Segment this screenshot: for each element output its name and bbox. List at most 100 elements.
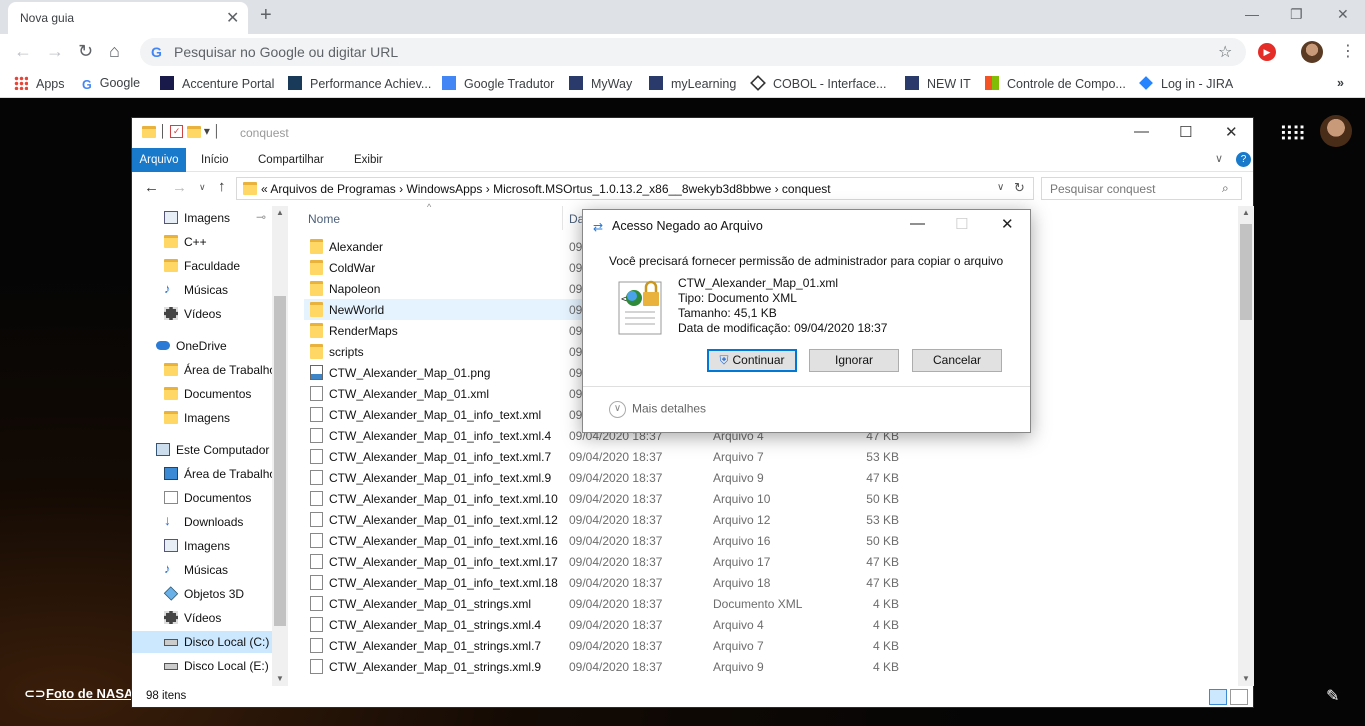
nav-item[interactable]: Imagens	[132, 407, 280, 429]
nav-item[interactable]: Documentos	[132, 487, 280, 509]
bookmark-accenture[interactable]: Accenture Portal	[160, 76, 274, 91]
close-tab-icon[interactable]: ✕	[226, 8, 239, 28]
minimize-icon[interactable]: —	[1245, 6, 1259, 22]
google-apps-icon[interactable]: ⠿⠿	[1279, 122, 1306, 147]
bookmark-newit[interactable]: NEW IT	[905, 76, 971, 91]
minimize-icon[interactable]: —	[1134, 123, 1149, 140]
folder-icon	[243, 182, 257, 195]
list-scrollbar[interactable]: ▲ ▼	[1238, 206, 1254, 686]
nav-item[interactable]: Disco Local (E:)	[132, 655, 280, 677]
breadcrumb[interactable]: « Arquivos de Programas › WindowsApps › …	[261, 182, 831, 196]
browser-tab[interactable]: Nova guia ✕	[8, 2, 248, 34]
nav-item[interactable]: C++	[132, 231, 280, 253]
tab-arquivo[interactable]: Arquivo	[132, 148, 186, 172]
column-name[interactable]: Nome	[308, 212, 340, 226]
file-type: Arquivo 10	[713, 492, 771, 506]
details-view-icon[interactable]	[1209, 689, 1227, 705]
ribbon-expand-icon[interactable]: ∨	[1215, 152, 1223, 165]
nav-item[interactable]: Imagens	[132, 535, 280, 557]
nav-scroll-thumb[interactable]	[274, 296, 286, 626]
pin-icon[interactable]: ⊸	[256, 210, 266, 224]
ignore-button[interactable]: Ignorar	[809, 349, 899, 372]
qat-dropdown-icon[interactable]: ▾	[204, 124, 210, 138]
properties-icon[interactable]: ✓	[170, 125, 184, 139]
uac-shield-icon: ⛨	[719, 353, 729, 367]
nav-item[interactable]: ♪ Músicas	[132, 559, 280, 581]
bookmark-performance[interactable]: Performance Achiev...	[288, 76, 431, 91]
address-bar[interactable]: « Arquivos de Programas › WindowsApps › …	[236, 177, 1034, 200]
bookmark-controle[interactable]: Controle de Compo...	[985, 76, 1126, 91]
nav-item[interactable]: Objetos 3D	[132, 583, 280, 605]
scroll-down-icon[interactable]: ▼	[1242, 674, 1250, 683]
file-date: 09/04/2020 18:37	[569, 660, 663, 674]
nav-item[interactable]: Área de Trabalho	[132, 463, 280, 485]
tab-title: Nova guia	[20, 11, 75, 25]
file-icon	[310, 554, 323, 569]
tab-inicio[interactable]: Início	[201, 148, 229, 172]
nav-item[interactable]: Vídeos	[132, 303, 280, 325]
close-window-icon[interactable]: ✕	[1337, 6, 1349, 23]
back-icon[interactable]: ←	[144, 179, 159, 196]
scroll-up-icon[interactable]: ▲	[1242, 208, 1250, 217]
close-icon[interactable]: ✕	[1001, 215, 1014, 233]
search-input[interactable]: Pesquisar conquest ⌕	[1041, 177, 1242, 200]
scroll-down-icon[interactable]: ▼	[276, 674, 284, 683]
omnibox[interactable]: G Pesquisar no Google ou digitar URL ☆	[140, 38, 1246, 66]
photo-credit[interactable]: ⊂⊃Foto de NASA	[24, 686, 133, 702]
bookmark-google[interactable]: G Google	[82, 76, 140, 92]
up-icon[interactable]: ↑	[218, 178, 226, 195]
help-icon[interactable]: ?	[1236, 152, 1251, 167]
nav-item[interactable]: Vídeos	[132, 607, 280, 629]
youtube-extension-icon[interactable]: ▶	[1258, 43, 1276, 61]
nav-item[interactable]: Disco Local (C:)	[132, 631, 280, 653]
reload-icon[interactable]: ↻	[78, 41, 93, 62]
nav-item[interactable]: OneDrive	[132, 335, 280, 357]
cancel-button[interactable]: Cancelar	[912, 349, 1002, 372]
nav-item[interactable]: Este Computador	[132, 439, 280, 461]
close-icon[interactable]: ✕	[1225, 123, 1238, 141]
more-details-toggle[interactable]: ∨ Mais detalhes	[609, 401, 706, 418]
profile-avatar[interactable]	[1301, 41, 1323, 63]
continue-button[interactable]: ⛨ Continuar	[707, 349, 797, 372]
large-icons-view-icon[interactable]	[1230, 689, 1248, 705]
file-type: Arquivo 4	[713, 618, 764, 632]
customize-pencil-icon[interactable]: ✎	[1326, 686, 1339, 706]
scroll-up-icon[interactable]: ▲	[276, 208, 284, 217]
tab-exibir[interactable]: Exibir	[354, 148, 383, 172]
file-name: CTW_Alexander_Map_01_strings.xml.4	[329, 618, 542, 632]
column-divider[interactable]	[562, 206, 563, 230]
tab-compartilhar[interactable]: Compartilhar	[258, 148, 324, 172]
list-scroll-thumb[interactable]	[1240, 224, 1252, 320]
account-avatar[interactable]	[1320, 115, 1352, 147]
nav-scrollbar[interactable]: ▲ ▼	[272, 206, 288, 686]
forward-icon[interactable]: →	[46, 41, 64, 62]
nav-item[interactable]: ♪ Músicas	[132, 279, 280, 301]
menu-kebab-icon[interactable]: ⋮	[1340, 41, 1356, 61]
minimize-icon[interactable]: —	[910, 215, 925, 232]
back-icon[interactable]: ←	[14, 41, 32, 62]
home-icon[interactable]: ⌂	[109, 41, 120, 62]
nav-item[interactable]: Área de Trabalho	[132, 359, 280, 381]
maximize-icon[interactable]: ☐	[1179, 123, 1192, 141]
bookmark-apps[interactable]: Apps	[14, 76, 65, 91]
refresh-icon[interactable]: ↻	[1014, 180, 1025, 196]
quick-access-toolbar[interactable]: │ ✓ ▾ │	[142, 124, 221, 139]
bookmarks-overflow-icon[interactable]: »	[1337, 76, 1344, 90]
recent-locations-icon[interactable]: ∨	[199, 182, 206, 193]
bookmark-cobol[interactable]: COBOL - Interface...	[750, 75, 886, 91]
bookmark-mylearning[interactable]: myLearning	[649, 76, 736, 91]
restore-icon[interactable]: ❐	[1290, 6, 1303, 23]
bookmark-myway[interactable]: MyWay	[569, 76, 632, 91]
nav-item[interactable]: ↓ Downloads	[132, 511, 280, 533]
address-dropdown-icon[interactable]: ∨	[997, 182, 1004, 193]
new-folder-icon[interactable]	[186, 125, 201, 138]
nav-item[interactable]: Documentos	[132, 383, 280, 405]
file-name: CTW_Alexander_Map_01_info_text.xml.9	[329, 471, 552, 485]
bookmark-star-icon[interactable]: ☆	[1218, 42, 1232, 62]
nav-item[interactable]: Imagens ⊸	[132, 207, 280, 229]
forward-icon[interactable]: →	[172, 179, 187, 196]
bookmark-tradutor[interactable]: Google Tradutor	[442, 76, 554, 91]
nav-item[interactable]: Faculdade	[132, 255, 280, 277]
new-tab-icon[interactable]: +	[260, 4, 272, 27]
bookmark-jira[interactable]: Log in - JIRA	[1139, 76, 1233, 91]
